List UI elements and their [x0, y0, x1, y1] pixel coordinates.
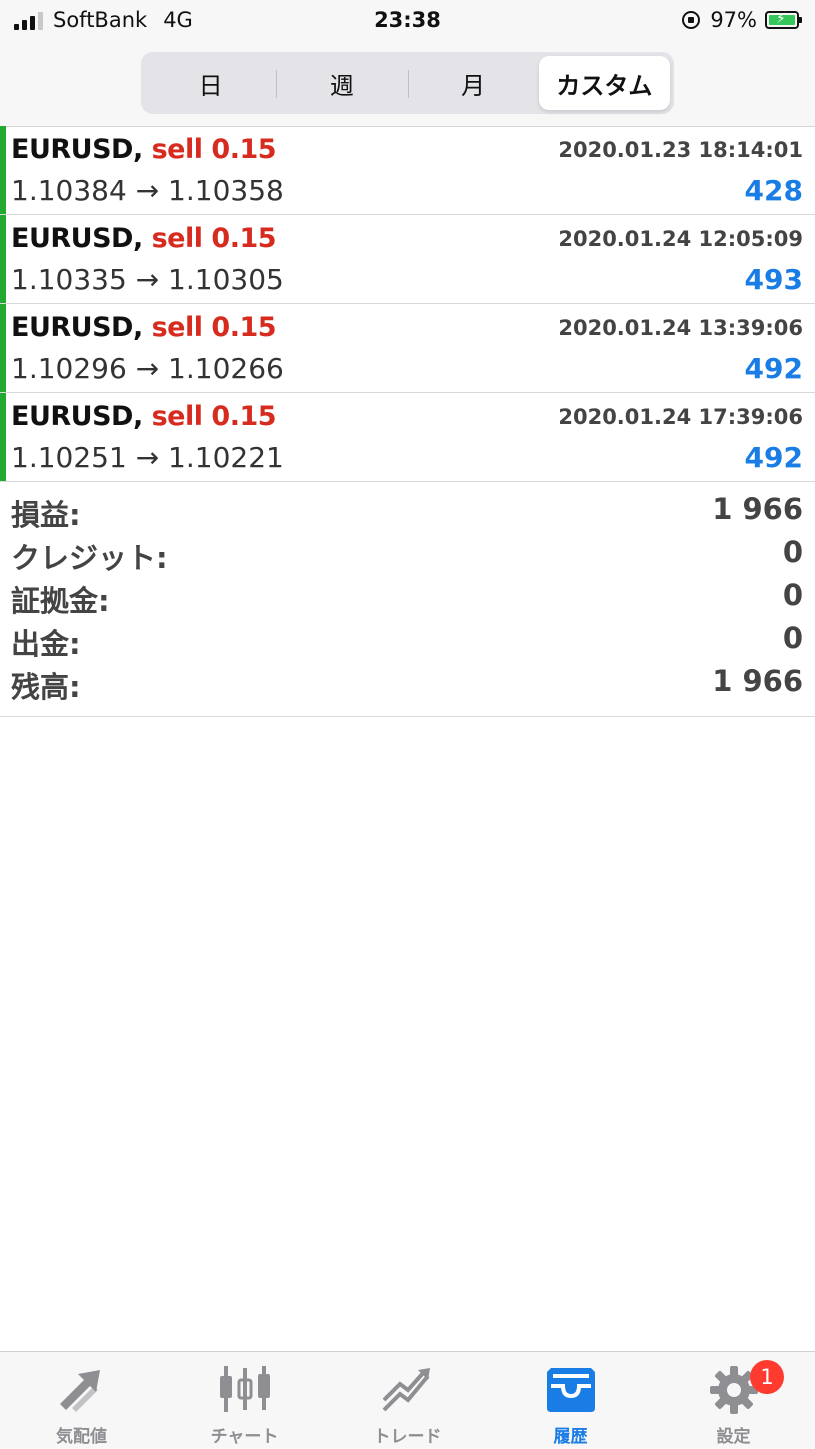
trade-side-volume: sell 0.15	[151, 223, 277, 254]
trade-symbol: EURUSD,	[11, 134, 143, 165]
summary-label: クレジット:	[11, 541, 168, 575]
summary-row-withdrawal: 出金: 0	[0, 621, 815, 664]
header: 日 週 月 カスタム	[0, 44, 815, 127]
summary-value: 0	[782, 535, 803, 569]
rotation-lock-icon	[682, 11, 701, 29]
tab-label: 履歴	[553, 1427, 588, 1447]
profit-indicator-bar	[0, 393, 6, 481]
trade-profit: 492	[744, 352, 803, 385]
summary-label: 出金:	[11, 627, 81, 661]
trade-side-volume: sell 0.15	[151, 401, 277, 432]
trade-symbol: EURUSD,	[11, 401, 143, 432]
profit-indicator-bar	[0, 304, 6, 392]
trade-prices: 1.10296 → 1.10266	[11, 352, 284, 385]
trade-profit: 493	[744, 263, 803, 296]
summary-row-credit: クレジット: 0	[0, 535, 815, 578]
trade-prices: 1.10384 → 1.10358	[11, 174, 284, 207]
battery-icon: ⚡	[765, 11, 802, 29]
tab-history[interactable]: 履歴	[489, 1352, 652, 1449]
trade-symbol: EURUSD,	[11, 312, 143, 343]
tab-trade[interactable]: トレード	[326, 1352, 489, 1449]
trade-row[interactable]: EURUSD, sell 0.15 2020.01.23 18:14:01 1.…	[0, 126, 815, 215]
summary-value: 1 966	[712, 492, 803, 526]
tab-day[interactable]: 日	[145, 56, 276, 110]
trade-close-time: 2020.01.23 18:14:01	[558, 138, 803, 162]
summary-value: 0	[782, 578, 803, 612]
tab-label: 設定	[716, 1427, 751, 1447]
battery-percent: 97%	[710, 8, 757, 32]
trade-side-volume: sell 0.15	[151, 134, 277, 165]
tab-quotes[interactable]: 気配値	[0, 1352, 163, 1449]
trade-close-time: 2020.01.24 12:05:09	[558, 227, 803, 251]
tab-settings[interactable]: 1 設定	[652, 1352, 815, 1449]
summary-value: 0	[782, 621, 803, 655]
profit-indicator-bar	[0, 215, 6, 303]
trade-icon	[382, 1368, 430, 1412]
trade-side-volume: sell 0.15	[151, 312, 277, 343]
tab-label: トレード	[373, 1427, 442, 1447]
trade-symbol: EURUSD,	[11, 223, 143, 254]
summary-label: 証拠金:	[11, 584, 110, 618]
chart-icon	[219, 1366, 270, 1412]
account-summary: 損益: 1 966 クレジット: 0 証拠金: 0 出金: 0 残高: 1 96…	[0, 492, 815, 717]
summary-label: 残高:	[11, 670, 81, 704]
trade-close-time: 2020.01.24 13:39:06	[558, 316, 803, 340]
trade-close-time: 2020.01.24 17:39:06	[558, 405, 803, 429]
quotes-icon	[59, 1370, 100, 1412]
tab-label: 気配値	[56, 1427, 107, 1447]
tab-label: チャート	[210, 1427, 279, 1447]
trade-row[interactable]: EURUSD, sell 0.15 2020.01.24 12:05:09 1.…	[0, 215, 815, 304]
summary-row-margin: 証拠金: 0	[0, 578, 815, 621]
summary-row-profit: 損益: 1 966	[0, 492, 815, 535]
history-icon	[546, 1368, 595, 1412]
tab-month[interactable]: 月	[407, 56, 539, 110]
tab-chart[interactable]: チャート	[163, 1352, 326, 1449]
summary-label: 損益:	[11, 498, 81, 532]
trade-prices: 1.10335 → 1.10305	[11, 263, 284, 296]
period-segmented-control: 日 週 月 カスタム	[141, 52, 674, 114]
trade-row[interactable]: EURUSD, sell 0.15 2020.01.24 17:39:06 1.…	[0, 393, 815, 482]
notification-badge: 1	[750, 1360, 784, 1394]
trade-profit: 428	[744, 174, 803, 207]
status-right: 97% ⚡	[682, 8, 802, 32]
trade-profit: 492	[744, 441, 803, 474]
profit-indicator-bar	[0, 126, 6, 214]
bottom-tab-bar: 気配値 チャート トレード 履歴 1 設定	[0, 1351, 815, 1449]
tab-week[interactable]: 週	[276, 56, 407, 110]
trade-prices: 1.10251 → 1.10221	[11, 441, 284, 474]
status-bar: SoftBank 4G 23:38 97% ⚡	[0, 0, 815, 44]
summary-row-balance: 残高: 1 966	[0, 664, 815, 707]
summary-value: 1 966	[712, 664, 803, 698]
tab-custom[interactable]: カスタム	[538, 56, 670, 110]
trade-history-list: EURUSD, sell 0.15 2020.01.23 18:14:01 1.…	[0, 126, 815, 482]
trade-row[interactable]: EURUSD, sell 0.15 2020.01.24 13:39:06 1.…	[0, 304, 815, 393]
